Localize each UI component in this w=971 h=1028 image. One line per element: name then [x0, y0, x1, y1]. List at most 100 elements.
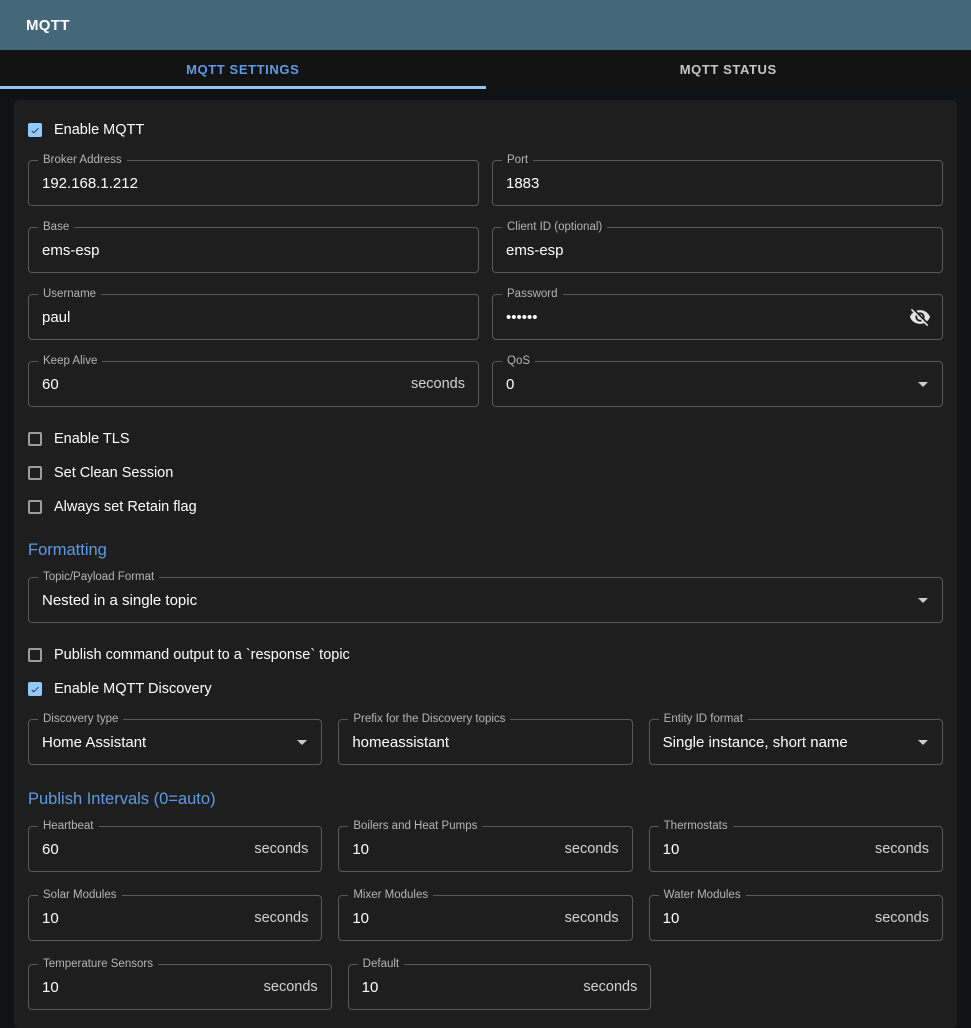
- entity-format-value: Single instance, short name: [663, 734, 911, 751]
- solar-interval-label: Solar Modules: [38, 889, 122, 902]
- dropdown-arrow-icon: [911, 730, 935, 754]
- publish-response-checkbox[interactable]: Publish command output to a `response` t…: [28, 646, 943, 664]
- water-interval-unit: seconds: [875, 910, 929, 926]
- mqtt-settings-panel: Enable MQTT Broker Address Port Base Cli…: [14, 100, 957, 1028]
- dropdown-arrow-icon: [911, 588, 935, 612]
- temperature-sensors-interval-field: Temperature Sensors seconds: [28, 964, 332, 1010]
- solar-interval-unit: seconds: [254, 910, 308, 926]
- clean-session-label: Set Clean Session: [54, 465, 173, 481]
- water-interval-label: Water Modules: [659, 889, 746, 902]
- discovery-prefix-input[interactable]: [352, 734, 618, 751]
- keep-alive-input[interactable]: [42, 376, 403, 393]
- visibility-off-icon: [909, 306, 931, 328]
- base-label: Base: [38, 221, 74, 234]
- username-label: Username: [38, 288, 101, 301]
- username-field: Username: [28, 294, 479, 340]
- boilers-interval-field: Boilers and Heat Pumps seconds: [338, 826, 632, 872]
- topic-format-select[interactable]: Topic/Payload Format Nested in a single …: [28, 577, 943, 623]
- water-interval-input[interactable]: [663, 910, 867, 927]
- enable-discovery-label: Enable MQTT Discovery: [54, 681, 212, 697]
- mixer-interval-unit: seconds: [565, 910, 619, 926]
- discovery-type-select[interactable]: Discovery type Home Assistant: [28, 719, 322, 765]
- app-bar: MQTT: [0, 0, 971, 50]
- mixer-interval-input[interactable]: [352, 910, 556, 927]
- password-input[interactable]: [506, 309, 909, 326]
- enable-tls-checkbox[interactable]: Enable TLS: [28, 430, 943, 448]
- boilers-interval-unit: seconds: [565, 841, 619, 857]
- discovery-type-value: Home Assistant: [42, 734, 290, 751]
- temperature-sensors-interval-label: Temperature Sensors: [38, 958, 158, 971]
- entity-format-label: Entity ID format: [659, 713, 748, 726]
- water-interval-field: Water Modules seconds: [649, 895, 943, 941]
- enable-mqtt-label: Enable MQTT: [54, 122, 144, 138]
- page-title: MQTT: [26, 17, 70, 34]
- discovery-prefix-label: Prefix for the Discovery topics: [348, 713, 510, 726]
- publish-intervals-heading: Publish Intervals (0=auto): [28, 790, 943, 809]
- keep-alive-field: Keep Alive seconds: [28, 361, 479, 407]
- checkbox-checked-icon: [28, 682, 42, 696]
- discovery-type-label: Discovery type: [38, 713, 123, 726]
- publish-response-label: Publish command output to a `response` t…: [54, 647, 350, 663]
- client-id-field: Client ID (optional): [492, 227, 943, 273]
- tab-mqtt-settings[interactable]: MQTT SETTINGS: [0, 50, 486, 89]
- base-input[interactable]: [42, 242, 465, 259]
- port-input[interactable]: [506, 175, 929, 192]
- mixer-interval-label: Mixer Modules: [348, 889, 433, 902]
- base-field: Base: [28, 227, 479, 273]
- solar-interval-input[interactable]: [42, 910, 246, 927]
- heartbeat-unit: seconds: [254, 841, 308, 857]
- client-id-input[interactable]: [506, 242, 929, 259]
- temperature-sensors-interval-input[interactable]: [42, 979, 256, 996]
- default-interval-unit: seconds: [583, 979, 637, 995]
- toggle-password-visibility-button[interactable]: [909, 305, 933, 329]
- checkbox-unchecked-icon: [28, 466, 42, 480]
- qos-select[interactable]: QoS 0: [492, 361, 943, 407]
- heartbeat-input[interactable]: [42, 841, 246, 858]
- client-id-label: Client ID (optional): [502, 221, 607, 234]
- clean-session-checkbox[interactable]: Set Clean Session: [28, 464, 943, 482]
- mixer-interval-field: Mixer Modules seconds: [338, 895, 632, 941]
- thermostats-interval-unit: seconds: [875, 841, 929, 857]
- username-input[interactable]: [42, 309, 465, 326]
- default-interval-field: Default seconds: [348, 964, 652, 1010]
- checkbox-checked-icon: [28, 123, 42, 137]
- keep-alive-unit: seconds: [411, 376, 465, 392]
- enable-tls-label: Enable TLS: [54, 431, 130, 447]
- thermostats-interval-input[interactable]: [663, 841, 867, 858]
- heartbeat-field: Heartbeat seconds: [28, 826, 322, 872]
- dropdown-arrow-icon: [290, 730, 314, 754]
- thermostats-interval-field: Thermostats seconds: [649, 826, 943, 872]
- tab-mqtt-status[interactable]: MQTT STATUS: [486, 50, 971, 89]
- default-interval-input[interactable]: [362, 979, 576, 996]
- solar-interval-field: Solar Modules seconds: [28, 895, 322, 941]
- default-interval-label: Default: [358, 958, 404, 971]
- enable-discovery-checkbox[interactable]: Enable MQTT Discovery: [28, 680, 943, 698]
- thermostats-interval-label: Thermostats: [659, 820, 733, 833]
- check-icon: [30, 683, 40, 696]
- keep-alive-label: Keep Alive: [38, 355, 102, 368]
- formatting-heading: Formatting: [28, 541, 943, 560]
- checkbox-unchecked-icon: [28, 648, 42, 662]
- broker-address-label: Broker Address: [38, 154, 127, 167]
- entity-format-select[interactable]: Entity ID format Single instance, short …: [649, 719, 943, 765]
- qos-value: 0: [506, 376, 911, 393]
- heartbeat-label: Heartbeat: [38, 820, 99, 833]
- password-field: Password: [492, 294, 943, 340]
- topic-format-label: Topic/Payload Format: [38, 571, 159, 584]
- port-label: Port: [502, 154, 533, 167]
- port-field: Port: [492, 160, 943, 206]
- discovery-prefix-field: Prefix for the Discovery topics: [338, 719, 632, 765]
- dropdown-arrow-icon: [911, 372, 935, 396]
- enable-mqtt-checkbox[interactable]: Enable MQTT: [28, 121, 943, 139]
- qos-label: QoS: [502, 355, 535, 368]
- retain-flag-checkbox[interactable]: Always set Retain flag: [28, 498, 943, 516]
- check-icon: [30, 124, 40, 137]
- tab-bar: MQTT SETTINGS MQTT STATUS: [0, 50, 971, 89]
- topic-format-value: Nested in a single topic: [42, 592, 911, 609]
- checkbox-unchecked-icon: [28, 432, 42, 446]
- boilers-interval-input[interactable]: [352, 841, 556, 858]
- checkbox-unchecked-icon: [28, 500, 42, 514]
- temperature-sensors-interval-unit: seconds: [264, 979, 318, 995]
- grid-spacer: [667, 964, 943, 1010]
- broker-address-input[interactable]: [42, 175, 465, 192]
